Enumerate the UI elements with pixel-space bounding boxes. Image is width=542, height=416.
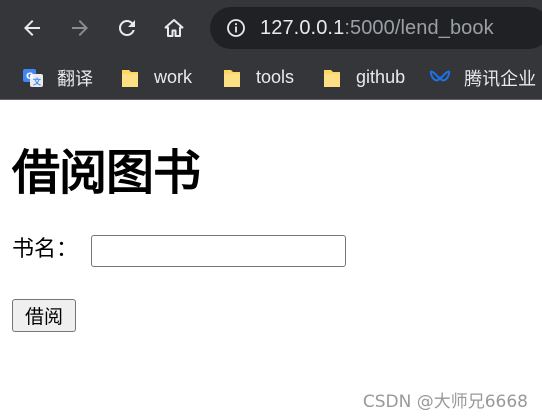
bookmark-label: github	[356, 67, 406, 87]
back-button[interactable]	[15, 11, 49, 45]
folder-icon	[321, 67, 343, 89]
page-title: 借阅图书	[12, 145, 201, 201]
site-info-icon[interactable]	[226, 18, 246, 38]
reload-icon	[118, 19, 135, 36]
home-icon	[164, 19, 184, 37]
watermark: CSDN @大师兄6668	[362, 392, 528, 412]
folder-icon	[119, 67, 141, 89]
bookmark-folder-tools[interactable]: tools	[221, 56, 294, 100]
bookmark-label: tools	[256, 67, 295, 87]
url-text[interactable]: 127.0.0.1:5000/lend_book	[260, 17, 494, 40]
bookmarks-bar: G 文 翻译 work tools github 腾讯企业	[0, 56, 542, 100]
lend-button[interactable]: 借阅	[12, 299, 76, 332]
bookmark-tencent[interactable]: 腾讯企业	[429, 56, 536, 100]
address-bar[interactable]: 127.0.0.1:5000/lend_book	[210, 7, 542, 49]
folder-icon	[221, 67, 243, 89]
tencent-logo-icon	[429, 67, 451, 89]
svg-text:文: 文	[33, 76, 42, 86]
bookmark-folder-work[interactable]: work	[119, 56, 192, 100]
page-content: 借阅图书 书名： 借阅 CSDN @大师兄6668	[0, 101, 542, 416]
book-name-input[interactable]	[91, 235, 346, 267]
bookmark-label: work	[154, 67, 193, 87]
bookmark-label: 翻译	[57, 68, 93, 89]
bookmark-folder-github[interactable]: github	[321, 56, 405, 100]
url-path: :5000/lend_book	[344, 16, 494, 39]
book-name-label: 书名：	[12, 237, 79, 262]
url-host: 127.0.0.1	[260, 16, 345, 39]
reload-button[interactable]	[110, 11, 144, 45]
forward-button[interactable]	[63, 11, 97, 45]
bookmark-translate[interactable]: G 文 翻译	[22, 56, 93, 100]
arrow-left-icon	[24, 20, 40, 36]
translate-icon: G 文	[22, 67, 44, 89]
arrow-right-icon	[72, 20, 88, 36]
home-button[interactable]	[157, 11, 191, 45]
browser-toolbar: 127.0.0.1:5000/lend_book	[0, 0, 542, 56]
bookmark-label: 腾讯企业	[464, 68, 537, 89]
